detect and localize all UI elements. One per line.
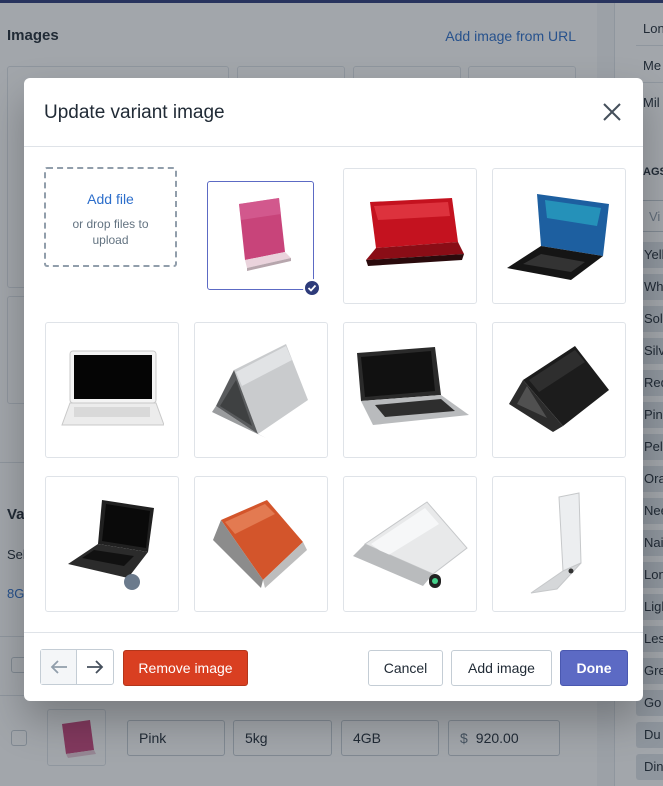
black-laptop-closed-image — [509, 346, 609, 432]
blue-laptop-image — [507, 194, 609, 280]
close-icon — [603, 103, 621, 121]
black-laptop-open-image — [68, 500, 154, 590]
add-file-link[interactable]: Add file — [46, 191, 175, 207]
arrow-right-icon — [87, 660, 104, 674]
image-option-white-laptop-angle[interactable] — [343, 476, 477, 612]
image-option-orange-laptop[interactable] — [194, 476, 328, 612]
image-option-silver-laptop[interactable] — [194, 322, 328, 458]
add-image-button[interactable]: Add image — [451, 650, 552, 686]
image-option-black-laptop-closed[interactable] — [492, 322, 626, 458]
dropzone-hint: or drop files to upload — [72, 217, 149, 247]
cancel-button[interactable]: Cancel — [368, 650, 443, 686]
white-laptop-side-image — [530, 492, 582, 594]
white-laptop-front-image — [61, 350, 164, 426]
update-variant-image-modal: Update variant image Add file or drop fi… — [24, 78, 643, 701]
image-option-white-laptop-front[interactable] — [45, 322, 179, 458]
image-option-pink-laptop[interactable] — [207, 181, 321, 297]
done-button[interactable]: Done — [560, 650, 628, 686]
file-dropzone[interactable]: Add file or drop files to upload — [44, 167, 177, 267]
red-laptop-image — [366, 198, 464, 266]
modal-title: Update variant image — [44, 102, 225, 123]
previous-page-button[interactable] — [41, 650, 78, 684]
orange-laptop-image — [213, 500, 307, 588]
image-option-blue-laptop[interactable] — [492, 168, 626, 304]
white-laptop-angle-image — [353, 501, 468, 588]
black-silver-laptop-image — [357, 347, 469, 425]
image-option-red-laptop[interactable] — [343, 168, 477, 304]
close-button[interactable] — [599, 99, 625, 125]
pink-laptop-image — [238, 197, 291, 271]
image-option-black-silver-laptop[interactable] — [343, 322, 477, 458]
image-pager — [40, 649, 114, 685]
arrow-left-icon — [50, 660, 67, 674]
next-page-button[interactable] — [77, 650, 113, 684]
image-option-black-laptop-open[interactable] — [45, 476, 179, 612]
modal-header: Update variant image — [24, 78, 643, 147]
selected-check-icon — [303, 279, 321, 297]
remove-image-button[interactable]: Remove image — [123, 650, 248, 686]
image-option-white-laptop-side[interactable] — [492, 476, 626, 612]
silver-laptop-image — [212, 344, 308, 438]
modal-footer: Remove image Cancel Add image Done — [24, 632, 643, 701]
